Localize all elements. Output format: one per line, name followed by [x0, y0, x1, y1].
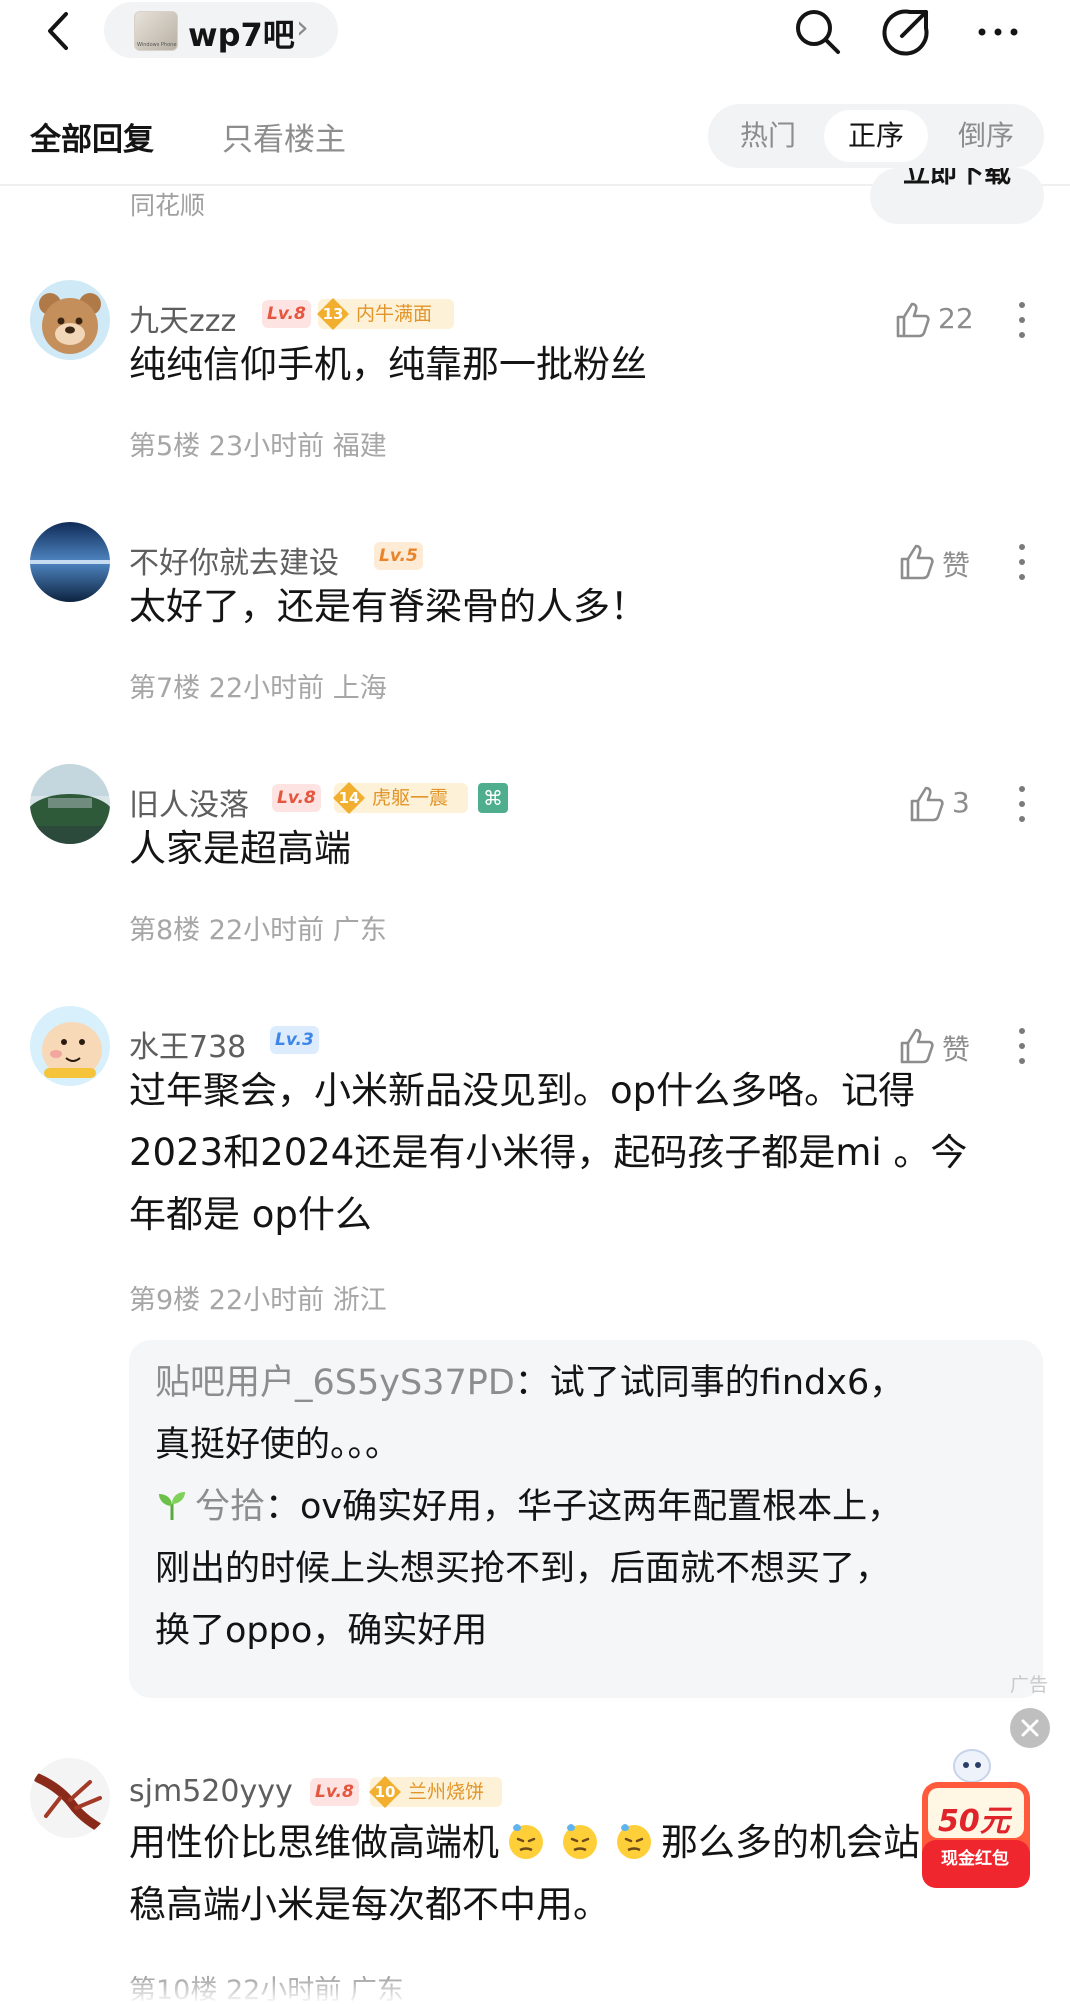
post-content-text: 用性价比思维做高端机: [129, 1821, 499, 1864]
medal-level: 13: [322, 305, 344, 323]
post-content: 纯纯信仰手机，纯靠那一批粉丝: [129, 343, 647, 386]
post-floor-5: 九天zzz Lv.8 13 内牛满面 22 纯纯信仰手机，纯靠那一批粉丝 第5楼…: [0, 280, 1070, 470]
post-meta: 第7楼 22小时前 上海: [129, 673, 387, 704]
special-badge-icon: ⌘: [478, 783, 508, 813]
ad-close-button[interactable]: [1010, 1708, 1050, 1748]
post-meta: 第9楼 22小时前 浙江: [129, 1285, 387, 1316]
post-meta: 第5楼 23小时前 福建: [129, 431, 387, 462]
tab-owner-only[interactable]: 只看楼主: [222, 114, 346, 159]
sweat-emoji-icon: [509, 1824, 543, 1859]
sub-replies-panel[interactable]: 贴吧用户_6S5yS37PD：试了试同事的findx6， 真挺好使的。。。 兮拾…: [129, 1340, 1043, 1698]
like-count: 22: [938, 302, 974, 335]
fan-medal[interactable]: 14 虎躯一震: [332, 781, 468, 815]
chevron-right-icon: ›: [296, 8, 309, 46]
forum-avatar-caption: Windows Phone: [137, 42, 177, 48]
sub-reply-text: 换了oppo，确实好用: [155, 1611, 488, 1651]
sweat-emoji-icon: [563, 1824, 597, 1859]
ad-label: 广告: [1010, 1674, 1049, 1696]
red-packet-label: 现金红包: [941, 1849, 1009, 1869]
fan-medal[interactable]: 10 兰州烧饼: [368, 1775, 502, 1809]
post-content-line: 2023和2024还是有小米得，起码孩子都是mi 。今: [129, 1131, 968, 1174]
medal-diamond-icon: 10: [368, 1775, 402, 1809]
sub-reply-user[interactable]: 贴吧用户_6S5yS37PD: [155, 1363, 515, 1403]
level-badge: Lv.8: [262, 300, 311, 328]
avatar[interactable]: [30, 764, 110, 844]
more-horizontal-icon[interactable]: [972, 6, 1024, 58]
medal-diamond-icon: 14: [332, 781, 366, 815]
tab-all-replies[interactable]: 全部回复: [30, 114, 154, 159]
medal-level: 10: [374, 1783, 396, 1801]
post-floor-8: 旧人没落 Lv.8 14 虎躯一震 ⌘ 3 人家是超高端 第8楼 22小时前 广…: [0, 764, 1070, 954]
avatar[interactable]: [30, 1758, 110, 1838]
post-content-line: 过年聚会，小米新品没见到。op什么多咯。记得: [129, 1069, 916, 1112]
level-badge: Lv.8: [272, 784, 321, 812]
medal-name: 兰州烧饼: [408, 1781, 485, 1803]
sort-ascending[interactable]: 正序: [824, 110, 928, 162]
red-packet-amount: 50元: [938, 1804, 1010, 1839]
bottom-fade: [0, 1978, 1070, 2004]
sub-reply-text: ：ov确实好用，华子这两年配置根本上，: [265, 1487, 903, 1527]
sort-hot[interactable]: 热门: [716, 110, 820, 162]
post-floor-7: 不好你就去建设 Lv.5 赞 太好了，还是有脊梁骨的人多！ 第7楼 22小时前 …: [0, 522, 1070, 712]
sub-reply: 兮拾：ov确实好用，华子这两年配置根本上， 刚出的时候上头想买抢不到，后面就不想…: [155, 1476, 1025, 1662]
level-badge: Lv.8: [310, 1778, 359, 1806]
medal-name: 虎躯一震: [372, 787, 449, 809]
close-icon: [1021, 1719, 1039, 1737]
medal-name: 内牛满面: [356, 303, 433, 325]
post-meta: 第8楼 22小时前 广东: [129, 915, 387, 946]
sub-reply-text: ：试了试同事的findx6，: [514, 1363, 905, 1403]
avatar[interactable]: [30, 522, 110, 602]
avatar[interactable]: [30, 280, 110, 360]
ad-download-button[interactable]: 立即下载: [870, 168, 1044, 224]
sub-reply-user[interactable]: 兮拾: [195, 1487, 265, 1527]
level-badge: Lv.3: [270, 1026, 319, 1054]
ad-source-label: 同花顺: [130, 191, 206, 220]
ad-download-label: 立即下载: [903, 168, 1011, 189]
medal-diamond-icon: 13: [316, 297, 350, 331]
share-icon[interactable]: [880, 6, 932, 58]
level-badge: Lv.5: [374, 542, 423, 570]
post-content: 人家是超高端: [129, 827, 351, 870]
post-content: 太好了，还是有脊梁骨的人多！: [129, 585, 647, 628]
forum-entry-button[interactable]: Windows Phone wp7吧 ›: [104, 2, 338, 58]
post-content: 过年聚会，小米新品没见到。op什么多咯。记得 2023和2024还是有小米得，起…: [129, 1060, 1044, 1246]
sort-segmented-control: 热门 正序 倒序: [708, 104, 1044, 168]
forum-avatar: Windows Phone: [134, 11, 178, 51]
red-packet-ad[interactable]: 50元 现金红包: [912, 1746, 1038, 1896]
medal-level: 14: [338, 789, 360, 807]
post-content-line: 稳高端小米是每次都不中用。: [129, 1883, 610, 1926]
post-floor-10: sjm520yyy Lv.8 10 兰州烧饼 用性价比思维做高端机 那么多的机会站…: [0, 1758, 1070, 2004]
like-count: 3: [952, 786, 970, 819]
seedling-icon: [159, 1492, 185, 1520]
back-arrow-icon[interactable]: [38, 8, 78, 54]
avatar[interactable]: [30, 1006, 110, 1086]
search-icon[interactable]: [792, 6, 844, 58]
post-content: 用性价比思维做高端机 那么多的机会站 稳高端小米是每次都不中用。: [129, 1812, 1044, 1936]
sub-reply: 贴吧用户_6S5yS37PD：试了试同事的findx6， 真挺好使的。。。: [155, 1352, 1025, 1476]
top-bar: Windows Phone wp7吧 ›: [0, 0, 1070, 64]
post-content-line: 年都是 op什么: [129, 1193, 372, 1236]
sweat-emoji-icon: [617, 1824, 651, 1859]
sort-descending[interactable]: 倒序: [934, 110, 1038, 162]
sub-reply-text: 真挺好使的。。。: [155, 1425, 401, 1465]
username[interactable]: sjm520yyy: [129, 1774, 293, 1809]
fan-medal[interactable]: 13 内牛满面: [316, 297, 454, 331]
sub-reply-text: 刚出的时候上头想买抢不到，后面就不想买了，: [155, 1549, 891, 1589]
post-content-text: 那么多的机会站: [661, 1821, 920, 1864]
forum-name: wp7吧: [188, 16, 295, 54]
